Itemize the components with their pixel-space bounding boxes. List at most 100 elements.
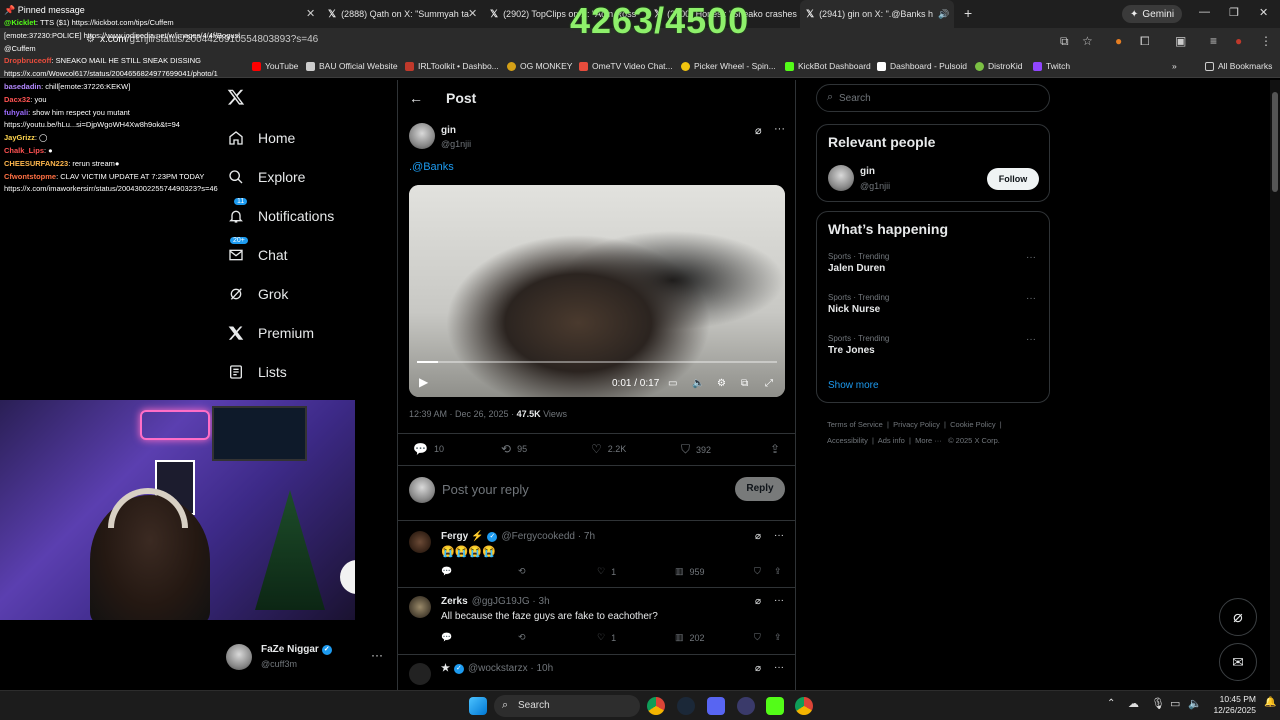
chrome-icon[interactable]: [647, 697, 665, 715]
mic-icon[interactable]: 🎙: [1151, 697, 1165, 710]
pip-icon[interactable]: ⧉: [741, 378, 748, 389]
nav-notifications[interactable]: 11 Notifications: [228, 198, 334, 224]
follow-button[interactable]: Follow: [987, 168, 1039, 190]
person-name[interactable]: gin: [860, 166, 875, 177]
avatar[interactable]: [409, 596, 431, 618]
gemini-button[interactable]: ✦ Gemini: [1122, 5, 1183, 23]
progress-track[interactable]: [417, 361, 777, 363]
more-options-icon[interactable]: ···: [1026, 252, 1036, 263]
share-action[interactable]: ⇪: [774, 632, 782, 643]
volume-icon[interactable]: 🔈: [1188, 697, 1202, 710]
grok-icon[interactable]: ⌀: [755, 663, 761, 674]
bookmark-irltoolkit[interactable]: IRLToolkit • Dashbo...: [405, 61, 499, 71]
trend-item[interactable]: Sports · Trending Tre Jones ···: [828, 334, 1040, 356]
cloud-icon[interactable]: ☁: [1128, 697, 1139, 710]
menu-kebab-icon[interactable]: ⋮: [1260, 34, 1272, 48]
install-icon[interactable]: ⧉: [1060, 34, 1069, 49]
close-tab-icon[interactable]: ✕: [306, 7, 315, 20]
scrollbar-thumb[interactable]: [1272, 92, 1278, 192]
reply-action[interactable]: 💬 10: [413, 442, 444, 456]
fullscreen-icon[interactable]: ⤢: [765, 378, 773, 389]
more-options-icon[interactable]: ···: [371, 648, 383, 662]
messages-floating-button[interactable]: ✉: [1219, 643, 1257, 681]
grok-icon[interactable]: ⌀: [755, 596, 761, 607]
bookmark-action[interactable]: ⛉: [754, 632, 761, 643]
footer-link[interactable]: Accessibility: [827, 436, 868, 445]
share-action[interactable]: ⇪: [774, 566, 782, 577]
minimize-icon[interactable]: —: [1199, 6, 1210, 18]
nav-premium[interactable]: Premium: [228, 325, 314, 341]
sidepanel-icon[interactable]: ▣: [1175, 34, 1186, 48]
avatar[interactable]: [409, 663, 431, 685]
reply-input[interactable]: Post your reply: [442, 482, 529, 497]
grok-icon[interactable]: ⌀: [755, 124, 762, 137]
maximize-icon[interactable]: ❐: [1229, 6, 1239, 19]
new-tab-icon[interactable]: +: [964, 5, 972, 21]
footer-link[interactable]: Ads info: [878, 436, 905, 445]
repost-action[interactable]: ⟲: [518, 632, 526, 643]
like-action[interactable]: ♡ 1: [597, 566, 616, 577]
discord-icon[interactable]: [707, 697, 725, 715]
puzzle-icon[interactable]: ⧠: [1140, 34, 1150, 49]
grok-floating-button[interactable]: ⌀: [1219, 598, 1257, 636]
post-timestamp[interactable]: 12:39 AM · Dec 26, 2025 ·: [409, 409, 517, 419]
footer-link[interactable]: Privacy Policy: [893, 420, 940, 429]
browser-tab-active[interactable]: 𝕏 (2941) gin on X: ".@Banks h 🔊 ✕: [800, 0, 954, 28]
bookmark-action[interactable]: ⛉ 392: [681, 442, 711, 457]
bookmark-ogmonkey[interactable]: OG MONKEY: [507, 61, 572, 71]
browser-tab[interactable]: 𝕏 (2888) Qath on X: "Summyah ta: [322, 0, 482, 28]
footer-link[interactable]: Cookie Policy: [950, 420, 995, 429]
views-action[interactable]: ▥ 202: [675, 632, 705, 643]
reply-action[interactable]: 💬: [441, 632, 452, 643]
reply-item[interactable]: Fergy ⚡ ✓ @Fergycookedd · 7h ⌀ ··· 😭😭😭😭 …: [398, 521, 795, 587]
chrome-active-icon[interactable]: [795, 697, 813, 715]
clock[interactable]: 10:45 PM 12/26/2025: [1208, 694, 1256, 716]
bookmark-youtube[interactable]: YouTube: [252, 61, 298, 71]
more-options-icon[interactable]: ···: [1026, 334, 1036, 345]
bookmark-pulsoid[interactable]: Dashboard - Pulsoid: [877, 61, 967, 71]
taskbar-search[interactable]: ⌕ Search: [494, 695, 640, 717]
repost-action[interactable]: ⟲: [518, 566, 526, 577]
extension-icon[interactable]: ●: [1115, 34, 1122, 48]
search-field[interactable]: ⌕ Search: [816, 84, 1050, 112]
author-name[interactable]: gin: [441, 125, 456, 136]
repost-action[interactable]: ⟲ 95: [501, 442, 527, 456]
reply-action[interactable]: 💬: [441, 566, 452, 577]
avatar[interactable]: [409, 531, 431, 553]
captions-icon[interactable]: ▭: [668, 378, 677, 389]
bookmark-star-icon[interactable]: ☆: [1082, 34, 1093, 48]
bookmark-kickbot[interactable]: KickBot Dashboard: [785, 61, 871, 71]
windows-start-icon[interactable]: [469, 697, 487, 715]
settings-gear-icon[interactable]: ⚙: [717, 378, 726, 389]
speaker-icon[interactable]: 🔊: [938, 9, 949, 20]
volume-icon[interactable]: 🔈: [692, 378, 704, 389]
grok-icon[interactable]: ⌀: [755, 531, 761, 542]
nav-grok[interactable]: Grok: [228, 286, 288, 302]
video-player[interactable]: ▶ 0:01 / 0:17 ▭ 🔈 ⚙ ⧉ ⤢: [409, 185, 785, 397]
like-action[interactable]: ♡ 1: [597, 632, 616, 643]
app-icon[interactable]: [737, 697, 755, 715]
author-avatar[interactable]: [409, 123, 435, 149]
footer-link[interactable]: Terms of Service: [827, 420, 883, 429]
footer-link[interactable]: More ···: [915, 436, 942, 445]
like-action[interactable]: ♡ 2.2K: [591, 442, 626, 456]
chevron-up-icon[interactable]: ⌃: [1107, 698, 1115, 709]
trend-item[interactable]: Sports · Trending Nick Nurse ···: [828, 293, 1040, 315]
kick-icon[interactable]: [766, 697, 784, 715]
bookmark-ometv[interactable]: OmeTV Video Chat...: [579, 61, 673, 71]
all-bookmarks[interactable]: All Bookmarks: [1205, 61, 1272, 71]
notification-bell-icon[interactable]: 🔔: [1264, 697, 1276, 708]
page-scrollbar[interactable]: [1270, 80, 1280, 690]
share-action[interactable]: ⇪: [770, 442, 780, 456]
bookmark-twitch[interactable]: Twitch: [1033, 61, 1070, 71]
back-arrow-icon[interactable]: ←: [409, 90, 423, 106]
post-text[interactable]: .@Banks: [409, 161, 454, 173]
profile-icon[interactable]: ●: [1235, 34, 1242, 48]
more-options-icon[interactable]: ···: [774, 530, 784, 541]
close-tab-icon[interactable]: ✕: [468, 7, 477, 20]
media-icon[interactable]: ≡: [1210, 34, 1217, 48]
avatar[interactable]: [828, 165, 854, 191]
views-action[interactable]: ▥ 959: [675, 566, 705, 577]
more-options-icon[interactable]: ···: [774, 123, 785, 135]
reply-button[interactable]: Reply: [735, 477, 785, 501]
